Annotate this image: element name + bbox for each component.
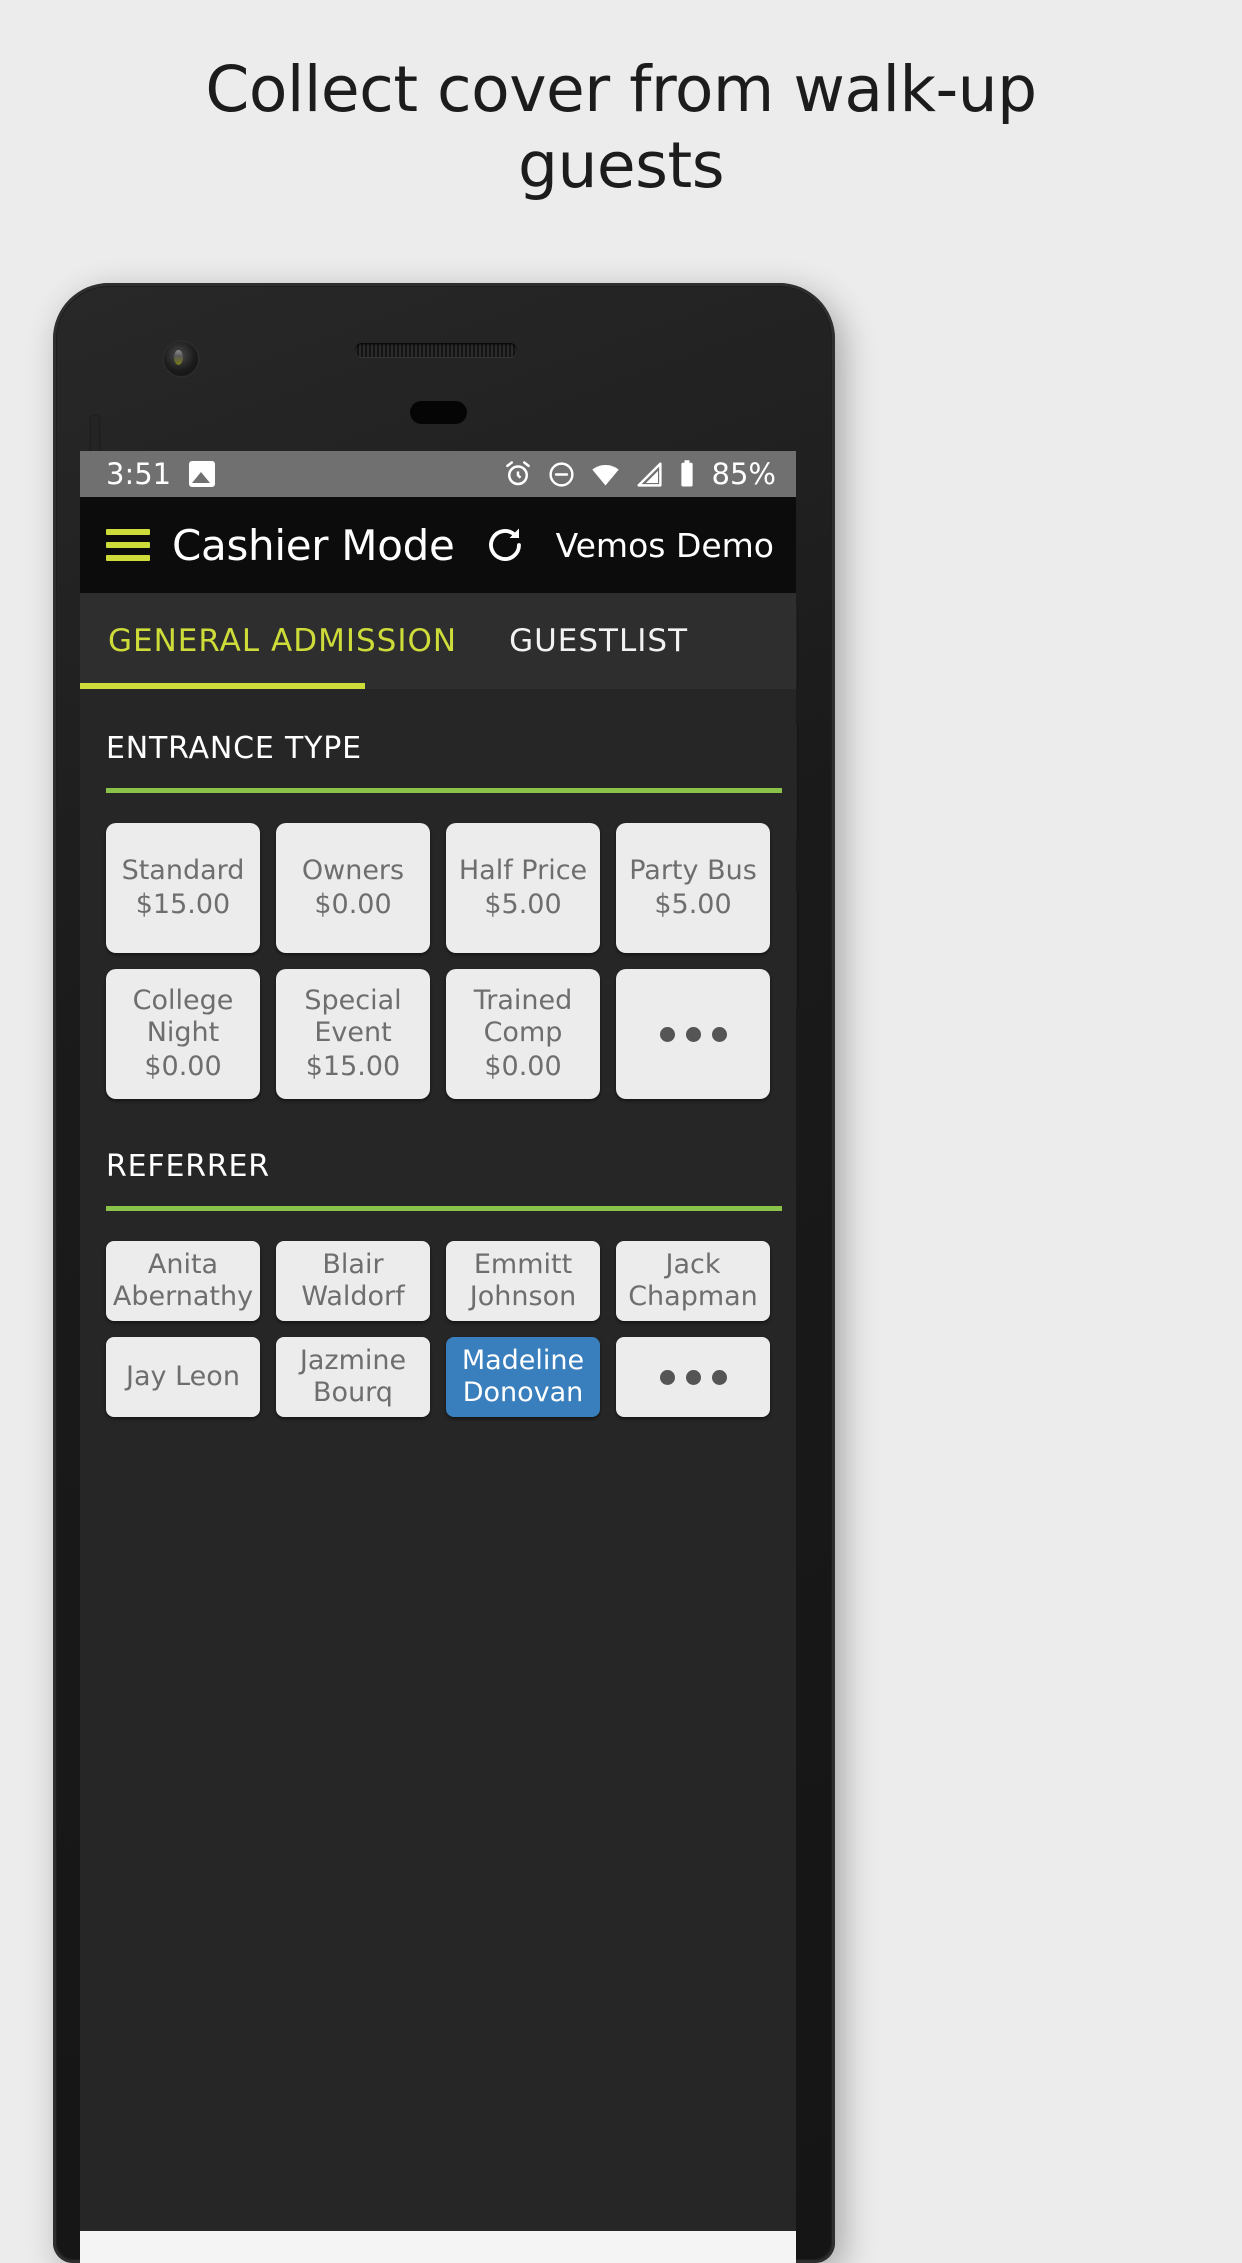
hamburger-menu-icon[interactable] (106, 522, 150, 568)
referrer-more-button[interactable] (616, 1337, 770, 1417)
bottom-bar (80, 2231, 796, 2263)
main-content: ENTRANCE TYPE Standard $15.00 Owners $0.00 H… (80, 689, 796, 2263)
phone-device-mockup: 3:51 85% Cashier Mode Vemos Demo GENERAL… (53, 283, 835, 2263)
venue-name-label: Vemos Demo (555, 525, 774, 565)
alarm-icon (503, 459, 533, 489)
front-camera-icon (164, 342, 198, 376)
proximity-sensor (410, 401, 467, 424)
referrer-cell: Anita Abernathy (98, 1233, 268, 1329)
entrance-type-option-price: $0.00 (484, 1050, 562, 1082)
refresh-icon[interactable] (484, 524, 526, 566)
wifi-icon (590, 459, 621, 490)
referrer-option-button[interactable]: Jack Chapman (616, 1241, 770, 1321)
entrance-type-option-button[interactable]: Owners $0.00 (276, 823, 430, 953)
do-not-disturb-icon (547, 460, 576, 489)
entrance-type-cell: Owners $0.00 (268, 815, 438, 961)
referrer-cell: Jack Chapman (608, 1233, 778, 1329)
entrance-type-grid: Standard $15.00 Owners $0.00 Half Price $5.00… (80, 793, 796, 1107)
more-options-icon (659, 1026, 727, 1042)
page-title: Collect cover from walk-up guests (205, 53, 1037, 202)
entrance-type-cell: Party Bus $5.00 (608, 815, 778, 961)
entrance-type-option-price: $5.00 (484, 889, 562, 920)
referrer-option-button[interactable]: Madeline Donovan (446, 1337, 600, 1417)
referrer-option-label: Jay Leon (126, 1361, 240, 1393)
entrance-type-option-button[interactable]: College Night $0.00 (106, 969, 260, 1099)
referrer-cell: Jazmine Bourq (268, 1329, 438, 1425)
status-bar-notification-icons (189, 461, 216, 487)
entrance-type-option-label: Trained Comp (473, 985, 573, 1049)
referrer-option-label: Anita Abernathy (112, 1249, 254, 1312)
tab-general-admission[interactable]: GENERAL ADMISSION (108, 623, 457, 659)
entrance-type-option-button[interactable]: Trained Comp $0.00 (446, 969, 600, 1099)
entrance-type-more-button[interactable] (616, 969, 770, 1099)
battery-icon (678, 459, 696, 489)
entrance-type-option-price: $5.00 (654, 889, 732, 920)
more-options-icon (659, 1369, 727, 1385)
entrance-type-option-button[interactable]: Half Price $5.00 (446, 823, 600, 953)
entrance-type-option-button[interactable]: Party Bus $5.00 (616, 823, 770, 953)
referrer-cell: Emmitt Johnson (438, 1233, 608, 1329)
referrer-cell (608, 1329, 778, 1425)
app-bar-title: Cashier Mode (172, 520, 455, 570)
entrance-type-option-label: Half Price (458, 855, 588, 887)
entrance-type-cell (608, 961, 778, 1107)
tab-guestlist[interactable]: GUESTLIST (509, 623, 688, 659)
entrance-type-option-price: $0.00 (144, 1050, 222, 1082)
referrer-option-label: Jazmine Bourq (299, 1345, 407, 1408)
referrer-cell: Madeline Donovan (438, 1329, 608, 1425)
status-bar: 3:51 85% (80, 451, 796, 497)
entrance-type-cell: Trained Comp $0.00 (438, 961, 608, 1107)
image-icon (189, 461, 216, 487)
entrance-type-section-title: ENTRANCE TYPE (106, 731, 362, 766)
entrance-type-option-label: Party Bus (629, 855, 757, 887)
battery-percent-label: 85% (711, 457, 776, 491)
referrer-cell: Jay Leon (98, 1329, 268, 1425)
referrer-grid: Anita Abernathy Blair Waldorf Emmitt Johns… (80, 1211, 796, 1425)
referrer-option-label: Blair Waldorf (301, 1249, 405, 1312)
status-bar-time: 3:51 (106, 457, 172, 491)
entrance-type-option-button[interactable]: Standard $15.00 (106, 823, 260, 953)
entrance-type-cell: Special Event $15.00 (268, 961, 438, 1107)
referrer-section-title: REFERRER (106, 1149, 270, 1184)
referrer-option-label: Emmitt Johnson (469, 1249, 577, 1312)
entrance-type-cell: Standard $15.00 (98, 815, 268, 961)
entrance-type-option-label: Owners (301, 855, 405, 887)
entrance-type-option-button[interactable]: Special Event $15.00 (276, 969, 430, 1099)
referrer-option-label: Jack Chapman (628, 1249, 758, 1312)
status-bar-system-icons: 85% (503, 457, 776, 491)
entrance-type-option-price: $15.00 (135, 889, 231, 920)
cellular-signal-icon (635, 460, 664, 489)
entrance-type-cell: Half Price $5.00 (438, 815, 608, 961)
entrance-type-option-label: College Night (132, 985, 234, 1049)
entrance-type-option-price: $15.00 (305, 1050, 401, 1082)
referrer-option-button[interactable]: Anita Abernathy (106, 1241, 260, 1321)
entrance-type-option-price: $0.00 (314, 889, 392, 920)
referrer-cell: Blair Waldorf (268, 1233, 438, 1329)
referrer-option-label: Madeline Donovan (461, 1345, 585, 1408)
referrer-option-button[interactable]: Jay Leon (106, 1337, 260, 1417)
referrer-option-button[interactable]: Emmitt Johnson (446, 1241, 600, 1321)
referrer-option-button[interactable]: Jazmine Bourq (276, 1337, 430, 1417)
earpiece-speaker (355, 343, 517, 357)
entrance-type-option-label: Standard (121, 855, 245, 887)
app-bar: Cashier Mode Vemos Demo (80, 497, 796, 593)
phone-screen: 3:51 85% Cashier Mode Vemos Demo GENERAL… (80, 451, 796, 2263)
entrance-type-option-label: Special Event (304, 985, 402, 1049)
entrance-type-cell: College Night $0.00 (98, 961, 268, 1107)
referrer-option-button[interactable]: Blair Waldorf (276, 1241, 430, 1321)
tab-bar: GENERAL ADMISSION GUESTLIST (80, 593, 796, 689)
